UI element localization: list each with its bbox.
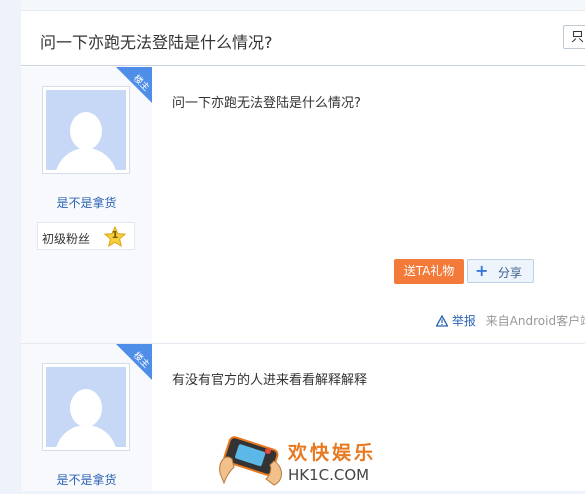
share-label: 分享 bbox=[498, 266, 523, 280]
thread-title: 问一下亦跑无法登陆是什么情况? bbox=[40, 33, 273, 52]
send-gift-button[interactable]: 送TA礼物 bbox=[394, 259, 464, 284]
post-footer: 举报 来自Android客户端 bbox=[436, 312, 585, 329]
top-strip bbox=[21, 0, 585, 11]
plus-icon: + bbox=[475, 261, 489, 280]
fan-level-badge[interactable]: 初级粉丝 1 bbox=[37, 222, 135, 250]
post-content: 问一下亦跑无法登陆是什么情况? bbox=[172, 96, 361, 111]
author-username[interactable]: 是不是拿货 bbox=[21, 471, 152, 488]
thread-page: 问一下亦跑无法登陆是什么情况? 只 楼主 是不是拿货 初级粉丝 1 问一下亦跑无… bbox=[21, 0, 585, 491]
fan-level-name: 初级粉丝 bbox=[42, 232, 91, 246]
post-1: 楼主 是不是拿货 初级粉丝 1 问一下亦跑无法登陆是什么情况? 送TA礼物 + … bbox=[21, 67, 585, 344]
warning-icon bbox=[436, 315, 448, 327]
gamepad-hands-logo bbox=[219, 436, 282, 486]
post-author-sidebar: 楼主 是不是拿货 bbox=[21, 344, 152, 491]
site-watermark: 欢快娱乐 HK1C.COM bbox=[214, 433, 384, 491]
default-avatar-icon bbox=[46, 90, 126, 170]
post-content: 有没有官方的人进来看看解释解释 bbox=[172, 373, 368, 388]
avatar[interactable] bbox=[42, 86, 130, 174]
watermark-domain: HK1C.COM bbox=[288, 466, 370, 484]
author-username[interactable]: 是不是拿货 bbox=[21, 194, 152, 211]
avatar[interactable] bbox=[42, 363, 130, 451]
post-source: 来自Android客户端 bbox=[485, 314, 585, 328]
report-link[interactable]: 举报 bbox=[452, 314, 476, 328]
thread-title-bar: 问一下亦跑无法登陆是什么情况? 只 bbox=[21, 11, 585, 66]
only-view-author-button[interactable]: 只 bbox=[563, 25, 585, 49]
default-avatar-icon bbox=[46, 367, 126, 447]
share-button[interactable]: + 分享 bbox=[467, 259, 534, 283]
fan-level-number: 1 bbox=[111, 230, 119, 241]
watermark-brand: 欢快娱乐 bbox=[288, 442, 377, 464]
post-author-sidebar: 楼主 是不是拿货 初级粉丝 1 bbox=[21, 67, 152, 343]
